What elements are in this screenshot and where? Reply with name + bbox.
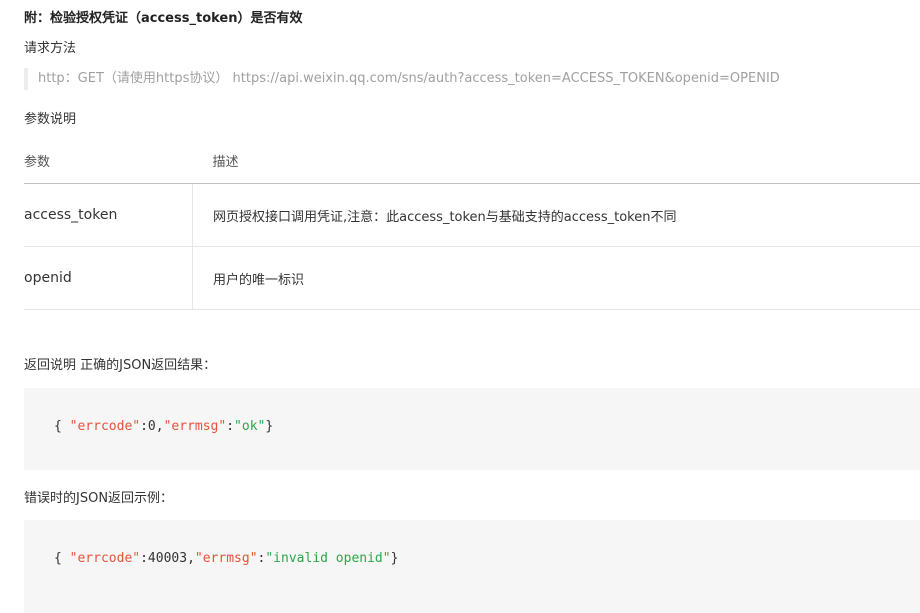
table-row: openid 用户的唯一标识 [24,246,920,310]
code-string: "invalid openid" [265,551,391,566]
code-line: { "errcode":0,"errmsg":"ok"} [54,419,273,434]
code-value: :40003, [140,551,195,566]
code-close-brace: } [265,419,274,434]
code-open-brace: { [54,419,70,434]
code-colon: : [226,419,235,434]
code-key: "errcode" [69,419,141,434]
section-title: 附：检验授权凭证（access_token）是否有效 [24,11,303,26]
success-code-block: { "errcode":0,"errmsg":"ok"} [24,388,920,470]
table-row: access_token 网页授权接口调用凭证,注意：此access_token… [24,183,920,247]
param-desc: 用户的唯一标识 [192,246,920,310]
code-key: "errmsg" [194,551,258,566]
code-value: :0, [140,419,164,434]
code-key: "errcode" [69,551,141,566]
table-header-row: 参数 描述 [24,138,920,184]
request-line-quote: http：GET（请使用https协议） https://api.weixin.… [24,68,780,90]
params-label: 参数说明 [24,112,77,127]
params-table: 参数 描述 access_token 网页授权接口调用凭证,注意：此access… [24,138,920,310]
code-key: "errmsg" [163,419,227,434]
param-name: access_token [24,183,193,247]
code-string: "ok" [234,419,266,434]
header-param: 参数 [24,138,193,184]
param-desc: 网页授权接口调用凭证,注意：此access_token与基础支持的access_… [192,183,920,247]
error-code-block: { "errcode":40003,"errmsg":"invalid open… [24,520,920,613]
return-label: 返回说明 正确的JSON返回结果： [24,358,217,373]
code-close-brace: } [390,551,399,566]
header-desc: 描述 [192,138,920,184]
param-name: openid [24,246,193,310]
code-open-brace: { [54,551,70,566]
error-label: 错误时的JSON返回示例： [24,491,174,506]
code-line: { "errcode":40003,"errmsg":"invalid open… [54,551,398,566]
request-method-label: 请求方法 [24,41,77,56]
